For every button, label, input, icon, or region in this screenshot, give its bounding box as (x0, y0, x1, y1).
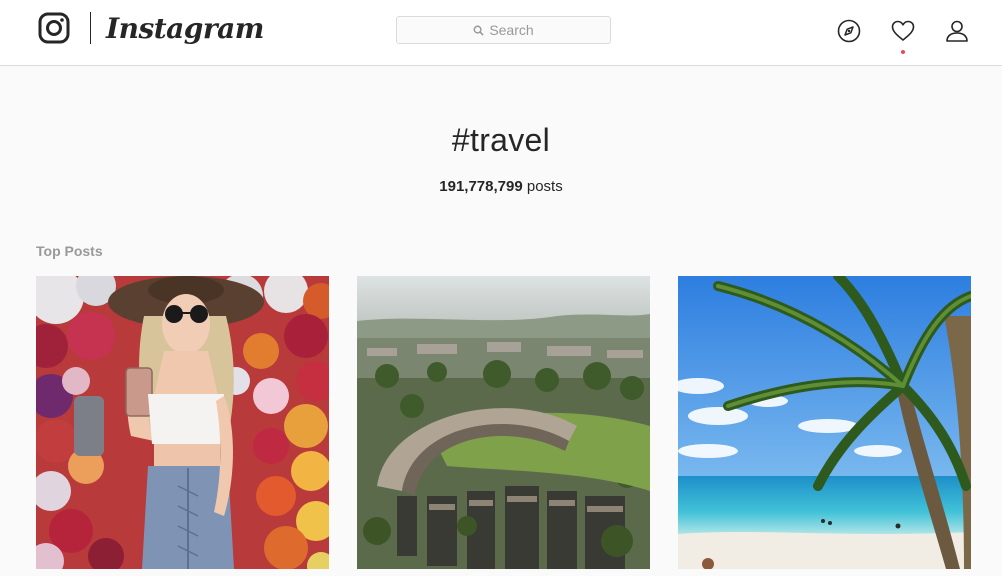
photo-aerial-city-crescent (357, 276, 650, 569)
heart-icon[interactable] (890, 18, 916, 44)
instagram-logo-icon[interactable] (38, 12, 70, 44)
profile-icon[interactable] (944, 18, 970, 44)
hashtag-title: #travel (451, 122, 551, 158)
compass-icon[interactable] (836, 18, 862, 44)
instagram-wordmark[interactable]: Instagram (106, 9, 264, 49)
search-icon (473, 25, 484, 36)
top-post-3[interactable] (678, 276, 971, 569)
search-input[interactable]: Search (396, 16, 611, 44)
top-navigation-bar: Instagram Search (0, 0, 1002, 66)
photo-woman-flower-wall (36, 276, 329, 569)
top-post-1[interactable] (36, 276, 329, 569)
post-count-label: posts (526, 178, 563, 195)
photo-beach-palm-tree (678, 276, 971, 569)
top-post-2[interactable] (357, 276, 650, 569)
logo-divider (90, 12, 91, 44)
top-posts-label: Top Posts (36, 243, 103, 259)
post-count-number: 191,778,799 (439, 178, 523, 195)
search-placeholder: Search (489, 22, 534, 38)
post-count: 191,778,799 posts (0, 178, 1002, 195)
notification-dot (901, 50, 905, 54)
